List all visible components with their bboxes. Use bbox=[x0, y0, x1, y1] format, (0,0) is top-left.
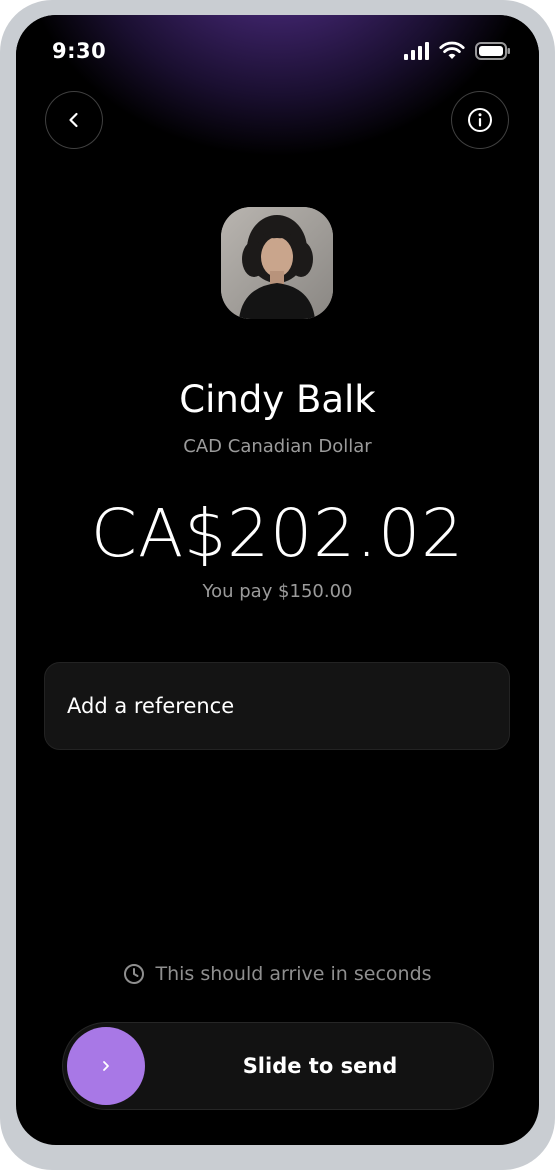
arrival-text: This should arrive in seconds bbox=[155, 963, 432, 985]
slider-handle[interactable] bbox=[67, 1027, 145, 1105]
status-time: 9:30 bbox=[52, 39, 107, 63]
recipient-avatar bbox=[221, 207, 333, 319]
back-button[interactable] bbox=[45, 91, 103, 149]
chevron-left-icon bbox=[69, 112, 78, 128]
info-button[interactable] bbox=[451, 91, 509, 149]
cellular-signal-icon bbox=[404, 41, 429, 60]
status-icons bbox=[403, 41, 511, 60]
reference-field[interactable]: Add a reference bbox=[44, 662, 510, 750]
slide-to-send[interactable]: Slide to send bbox=[62, 1022, 494, 1110]
avatar-portrait bbox=[221, 207, 333, 319]
wifi-icon bbox=[439, 41, 465, 59]
battery-icon bbox=[475, 41, 510, 60]
chevron-right-icon bbox=[103, 1061, 109, 1071]
device-frame: 9:30 Cindy Balk CAD Canadian Dollar CA$2… bbox=[0, 0, 555, 1170]
arrival-info: This should arrive in seconds bbox=[16, 963, 539, 985]
recipient-name: Cindy Balk bbox=[179, 378, 376, 421]
reference-placeholder: Add a reference bbox=[67, 694, 235, 718]
slider-label: Slide to send bbox=[242, 1054, 398, 1078]
you-pay-text: You pay $150.00 bbox=[202, 581, 353, 602]
clock-icon bbox=[124, 964, 145, 984]
app-screen: 9:30 Cindy Balk CAD Canadian Dollar CA$2… bbox=[16, 15, 539, 1145]
recipient-currency: CAD Canadian Dollar bbox=[183, 436, 372, 457]
status-bar: 9:30 bbox=[16, 15, 539, 85]
transfer-amount: CA$202.02 bbox=[90, 495, 465, 572]
info-icon bbox=[468, 108, 492, 132]
